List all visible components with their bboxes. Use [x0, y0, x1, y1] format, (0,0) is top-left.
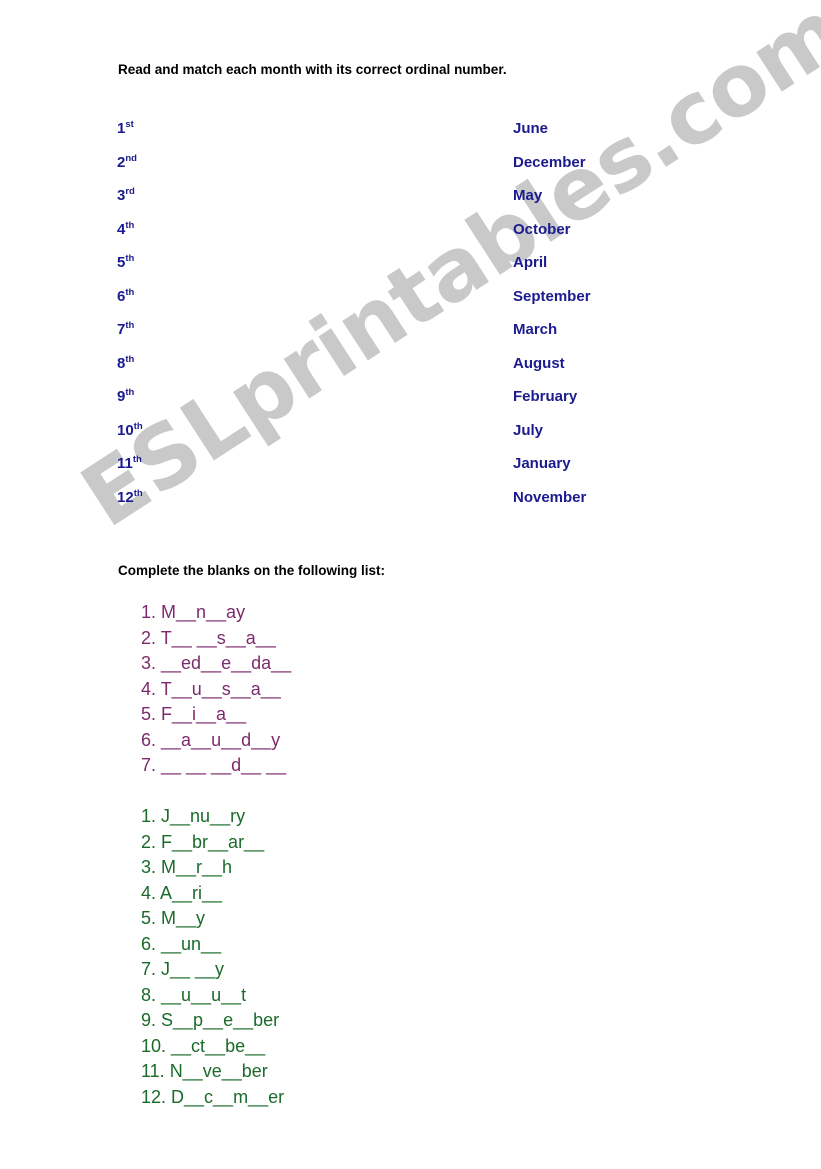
ordinal-5[interactable]: 5th [117, 254, 134, 271]
ordinal-suffix: th [125, 387, 135, 398]
month-option-5[interactable]: April [513, 254, 547, 271]
ordinal-suffix: th [125, 320, 135, 331]
month-option-11[interactable]: January [513, 455, 571, 472]
match-row: 4th October [0, 219, 821, 255]
match-row: 11th January [0, 455, 821, 489]
match-row: 1st June [0, 120, 821, 154]
weekday-blanks-list: 1. M__n__ay 2. T__ __s__a__ 3. __ed__e__… [141, 600, 291, 779]
list-item[interactable]: 12. D__c__m__er [141, 1085, 284, 1111]
list-item[interactable]: 2. F__br__ar__ [141, 830, 284, 856]
month-option-4[interactable]: October [513, 221, 571, 238]
list-item[interactable]: 7. __ __ __d__ __ [141, 753, 291, 779]
ordinal-10[interactable]: 10th [117, 420, 143, 439]
list-item[interactable]: 5. M__y [141, 906, 284, 932]
month-option-2[interactable]: December [513, 154, 586, 171]
ordinal-3[interactable]: 3rd [117, 187, 135, 204]
list-item[interactable]: 4. A__ri__ [141, 881, 284, 907]
ordinal-8[interactable]: 8th [117, 353, 135, 371]
list-item[interactable]: 3. M__r__h [141, 855, 284, 881]
match-row: 6th September [0, 286, 821, 322]
list-item[interactable]: 11. N__ve__ber [141, 1059, 284, 1085]
ordinal-suffix: nd [125, 152, 137, 164]
month-option-1[interactable]: June [513, 120, 548, 137]
worksheet-page: ESLprintables.com Read and match each mo… [0, 0, 821, 1169]
match-row: 2nd December [0, 152, 821, 188]
match-row: 5th April [0, 254, 821, 288]
month-option-8[interactable]: August [513, 355, 565, 372]
matching-exercise: 1st June 2nd December 3rd May 4th Octobe… [0, 120, 821, 522]
ordinal-2[interactable]: 2nd [117, 152, 137, 170]
list-item[interactable]: 2. T__ __s__a__ [141, 626, 291, 652]
match-row: 12th November [0, 487, 821, 523]
ordinal-suffix: th [125, 286, 135, 298]
ordinal-12[interactable]: 12th [117, 487, 143, 506]
month-option-12[interactable]: November [513, 489, 586, 506]
month-option-3[interactable]: May [513, 187, 542, 204]
ordinal-7[interactable]: 7th [117, 321, 134, 338]
match-row: 9th February [0, 388, 821, 422]
ordinal-number: 12 [117, 488, 134, 506]
ordinal-suffix: rd [125, 186, 135, 197]
ordinal-9[interactable]: 9th [117, 388, 134, 405]
match-row: 8th August [0, 353, 821, 389]
ordinal-suffix: th [132, 454, 142, 465]
month-option-7[interactable]: March [513, 321, 557, 338]
list-item[interactable]: 9. S__p__e__ber [141, 1008, 284, 1034]
match-row: 7th March [0, 321, 821, 355]
match-row: 3rd May [0, 187, 821, 221]
list-item[interactable]: 4. T__u__s__a__ [141, 677, 291, 703]
month-option-6[interactable]: September [513, 288, 591, 305]
list-item[interactable]: 6. __a__u__d__y [141, 728, 291, 754]
ordinal-suffix: th [133, 420, 143, 432]
ordinal-suffix: th [133, 487, 143, 499]
match-row: 10th July [0, 420, 821, 456]
ordinal-1[interactable]: 1st [117, 120, 134, 137]
ordinal-number: 10 [117, 421, 134, 439]
list-item[interactable]: 8. __u__u__t [141, 983, 284, 1009]
list-item[interactable]: 5. F__i__a__ [141, 702, 291, 728]
month-blanks-list: 1. J__nu__ry 2. F__br__ar__ 3. M__r__h 4… [141, 804, 284, 1110]
ordinal-suffix: st [125, 119, 134, 130]
ordinal-6[interactable]: 6th [117, 286, 135, 304]
list-item[interactable]: 1. J__nu__ry [141, 804, 284, 830]
ordinal-11[interactable]: 11th [117, 455, 142, 472]
month-option-9[interactable]: February [513, 388, 577, 405]
list-item[interactable]: 10. __ct__be__ [141, 1034, 284, 1060]
list-item[interactable]: 6. __un__ [141, 932, 284, 958]
ordinal-suffix: th [125, 353, 135, 365]
ordinal-4[interactable]: 4th [117, 219, 135, 237]
list-item[interactable]: 7. J__ __y [141, 957, 284, 983]
ordinal-suffix: th [125, 219, 135, 231]
ordinal-number: 11 [117, 455, 133, 472]
ordinal-suffix: th [125, 253, 135, 264]
blanks-instruction: Complete the blanks on the following lis… [118, 563, 386, 578]
month-option-10[interactable]: July [513, 422, 543, 439]
list-item[interactable]: 3. __ed__e__da__ [141, 651, 291, 677]
matching-instruction: Read and match each month with its corre… [118, 62, 507, 77]
list-item[interactable]: 1. M__n__ay [141, 600, 291, 626]
